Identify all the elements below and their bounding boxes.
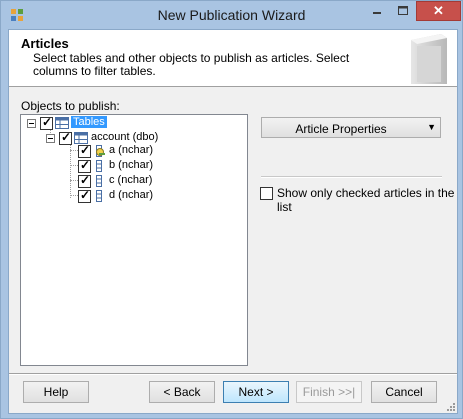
page-header: Articles Select tables and other objects… [9,30,457,87]
article-properties-label: Article Properties [295,122,387,136]
cancel-button[interactable]: Cancel [371,381,437,403]
checkmark-icon: ✓ [80,173,91,187]
maximize-button[interactable] [390,1,416,21]
footer-divider [9,373,457,375]
tree-node-column[interactable]: ✓ a (nchar) [21,143,245,158]
account-label: account (dbo) [91,131,159,143]
checkmark-icon: ✓ [80,188,91,202]
maximize-icon [398,6,408,15]
divider [261,176,442,178]
checkmark-icon: ✓ [61,130,72,144]
help-button[interactable]: Help [23,381,89,403]
minimize-icon [373,12,381,14]
header-graphic-icon [411,34,447,84]
finish-button[interactable]: Finish >>| [296,381,362,403]
collapse-icon[interactable] [27,119,36,128]
column-checkbox[interactable]: ✓ [78,158,91,173]
column-icon [96,175,102,187]
next-button[interactable]: Next > [223,381,289,403]
minimize-button[interactable] [364,1,390,21]
column-label: c (nchar) [109,174,153,186]
show-only-checked-checkbox[interactable] [260,187,273,200]
article-properties-button[interactable]: Article Properties ▼ [261,117,441,138]
column-label: d (nchar) [109,189,154,201]
close-icon: ✕ [433,3,444,18]
column-icon [96,190,102,202]
close-button[interactable]: ✕ [416,1,461,21]
tree-node-column[interactable]: ✓ d (nchar) [21,188,245,203]
collapse-icon[interactable] [46,134,55,143]
column-checkbox[interactable]: ✓ [78,143,91,158]
tree-node-tables[interactable]: ✓ Tables [21,115,245,130]
table-icon [55,117,69,129]
objects-to-publish-label: Objects to publish: [21,99,120,113]
back-button[interactable]: < Back [149,381,215,403]
wizard-window: New Publication Wizard ✕ Articles Select… [0,0,463,419]
checkmark-icon: ✓ [80,158,91,172]
resize-grip-icon[interactable] [446,402,456,412]
tables-label: Tables [71,116,107,128]
tree-node-account[interactable]: ✓ account (dbo) [21,130,245,145]
checkmark-icon: ✓ [80,143,91,157]
tree-node-column[interactable]: ✓ b (nchar) [21,158,245,173]
page-description: Select tables and other objects to publi… [33,51,350,78]
show-only-checked-label[interactable]: Show only checked articles in the list [277,186,457,214]
title-bar[interactable]: New Publication Wizard ✕ [1,1,462,29]
checkmark-icon: ✓ [42,115,53,129]
tree-node-column[interactable]: ✓ c (nchar) [21,173,245,188]
objects-tree[interactable]: ✓ Tables ✓ account (dbo) ✓ a (nchar) ✓ b… [20,114,248,366]
wizard-body: Articles Select tables and other objects… [8,29,458,414]
column-icon [96,160,102,172]
column-label: b (nchar) [109,159,154,171]
column-label: a (nchar) [109,144,154,156]
tables-checkbox[interactable]: ✓ [40,115,53,130]
page-title: Articles [21,36,69,51]
dropdown-arrow-icon: ▼ [427,122,436,132]
column-checkbox[interactable]: ✓ [78,188,91,203]
column-checkbox[interactable]: ✓ [78,173,91,188]
key-column-icon [96,145,105,157]
